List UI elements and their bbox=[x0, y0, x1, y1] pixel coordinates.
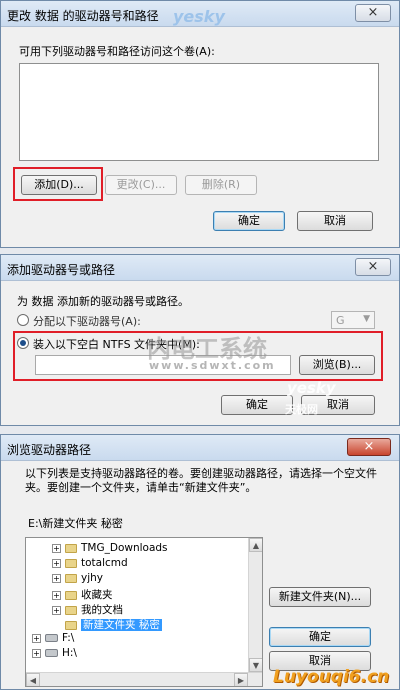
title-bar: 浏览驱动器路径 × bbox=[1, 435, 399, 461]
folder-icon bbox=[65, 590, 77, 600]
tree-row-label: yjhy bbox=[81, 572, 103, 584]
folder-icon bbox=[65, 605, 77, 615]
tree-row[interactable]: + TMG_Downloads bbox=[52, 542, 168, 557]
radio-assign-letter[interactable] bbox=[17, 314, 29, 326]
radio-mount-folder-label: 装入以下空白 NTFS 文件夹中(M): bbox=[33, 338, 200, 351]
scroll-up-icon[interactable]: ▲ bbox=[249, 538, 262, 552]
drive-letter-value: G bbox=[336, 314, 345, 327]
tree-row-label: totalcmd bbox=[81, 557, 128, 569]
paths-listbox[interactable] bbox=[19, 63, 379, 161]
expand-icon[interactable]: + bbox=[32, 648, 41, 658]
ok-button[interactable]: 确定 bbox=[269, 627, 371, 647]
radio-assign-letter-label: 分配以下驱动器号(A): bbox=[33, 315, 141, 328]
tree-vertical-scrollbar[interactable]: ▲ ▼ bbox=[248, 538, 262, 672]
dialog-title: 浏览驱动器路径 bbox=[7, 443, 92, 457]
tree-row[interactable]: + F:\ bbox=[32, 632, 74, 647]
browse-drive-path-dialog: 浏览驱动器路径 × 以下列表是支持驱动器路径的卷。要创建驱动器路径，请选择一个空… bbox=[0, 434, 400, 690]
tree-row-label: 新建文件夹 秘密 bbox=[81, 619, 162, 631]
path-value: E:\新建文件夹 秘密 bbox=[28, 517, 123, 530]
close-icon: × bbox=[363, 439, 375, 454]
change-drive-letter-dialog: 更改 数据 的驱动器号和路径 × 可用下列驱动器号和路径访问这个卷(A): 添加… bbox=[0, 0, 400, 248]
scroll-down-icon[interactable]: ▼ bbox=[249, 658, 262, 672]
tree-row[interactable]: + yjhy bbox=[52, 572, 103, 587]
dialog-title: 更改 数据 的驱动器号和路径 bbox=[7, 9, 159, 23]
path-display: E:\新建文件夹 秘密 bbox=[25, 511, 261, 531]
tree-row[interactable]: + 我的文档 bbox=[52, 602, 123, 617]
list-label: 可用下列驱动器号和路径访问这个卷(A): bbox=[19, 45, 215, 58]
expand-icon[interactable]: + bbox=[52, 590, 61, 600]
tree-row-label: TMG_Downloads bbox=[81, 542, 168, 554]
tree-row[interactable]: 新建文件夹 秘密 bbox=[52, 617, 162, 632]
add-button[interactable]: 添加(D)... bbox=[21, 175, 97, 195]
new-folder-button[interactable]: 新建文件夹(N)... bbox=[269, 587, 371, 607]
drive-letter-select[interactable]: G ▼ bbox=[331, 311, 375, 329]
folder-icon bbox=[65, 543, 77, 553]
tree-rows: + TMG_Downloads + totalcmd + yjhy + 收藏夹 + 我的文档新建文… bbox=[32, 542, 242, 670]
folder-tree[interactable]: + TMG_Downloads + totalcmd + yjhy + 收藏夹 + 我的文档新建文… bbox=[25, 537, 263, 687]
close-button[interactable]: × bbox=[355, 4, 391, 22]
folder-icon bbox=[65, 573, 77, 583]
tree-row[interactable]: + 收藏夹 bbox=[52, 587, 113, 602]
chevron-down-icon: ▼ bbox=[363, 314, 370, 324]
title-bar: 更改 数据 的驱动器号和路径 × bbox=[1, 1, 399, 27]
tree-horizontal-scrollbar[interactable]: ◀ ▶ bbox=[26, 672, 262, 686]
tree-row[interactable]: + H:\ bbox=[32, 647, 77, 662]
expand-icon[interactable]: + bbox=[52, 573, 61, 583]
tree-row[interactable]: + totalcmd bbox=[52, 557, 128, 572]
expand-icon[interactable]: + bbox=[32, 633, 41, 643]
close-button[interactable]: × bbox=[355, 258, 391, 276]
dialog-title: 添加驱动器号或路径 bbox=[7, 263, 116, 277]
title-bar: 添加驱动器号或路径 × bbox=[1, 255, 399, 281]
radio-mount-folder[interactable] bbox=[17, 337, 29, 349]
ok-button[interactable]: 确定 bbox=[213, 211, 285, 231]
scroll-right-icon[interactable]: ▶ bbox=[234, 673, 248, 686]
folder-path-input[interactable] bbox=[35, 355, 291, 375]
browse-button[interactable]: 浏览(B)... bbox=[299, 355, 375, 375]
expand-icon[interactable]: + bbox=[52, 605, 61, 615]
add-drive-path-dialog: 添加驱动器号或路径 × 为 数据 添加新的驱动器号或路径。 分配以下驱动器号(A… bbox=[0, 254, 400, 426]
cancel-button[interactable]: 取消 bbox=[301, 395, 375, 415]
tree-row-label: 收藏夹 bbox=[81, 589, 113, 601]
expand-icon[interactable]: + bbox=[52, 543, 61, 553]
description-text: 以下列表是支持驱动器路径的卷。要创建驱动器路径，请选择一个空文件夹。要创建一个文… bbox=[25, 467, 377, 494]
change-button[interactable]: 更改(C)... bbox=[105, 175, 177, 195]
intro-text: 为 数据 添加新的驱动器号或路径。 bbox=[17, 295, 189, 308]
delete-button[interactable]: 删除(R) bbox=[185, 175, 257, 195]
expand-icon[interactable]: + bbox=[52, 558, 61, 568]
scroll-left-icon[interactable]: ◀ bbox=[26, 673, 40, 686]
close-icon: × bbox=[367, 5, 379, 20]
close-button[interactable]: × bbox=[347, 438, 391, 456]
tree-row-label: H:\ bbox=[62, 647, 77, 659]
ok-button[interactable]: 确定 bbox=[221, 395, 293, 415]
drive-icon bbox=[45, 634, 58, 642]
cancel-button[interactable]: 取消 bbox=[297, 211, 373, 231]
folder-icon bbox=[65, 620, 77, 630]
cancel-button[interactable]: 取消 bbox=[269, 651, 371, 671]
tree-row-label: 我的文档 bbox=[81, 604, 123, 616]
drive-icon bbox=[45, 649, 58, 657]
folder-icon bbox=[65, 558, 77, 568]
tree-row-label: F:\ bbox=[62, 632, 75, 644]
close-icon: × bbox=[367, 259, 379, 274]
